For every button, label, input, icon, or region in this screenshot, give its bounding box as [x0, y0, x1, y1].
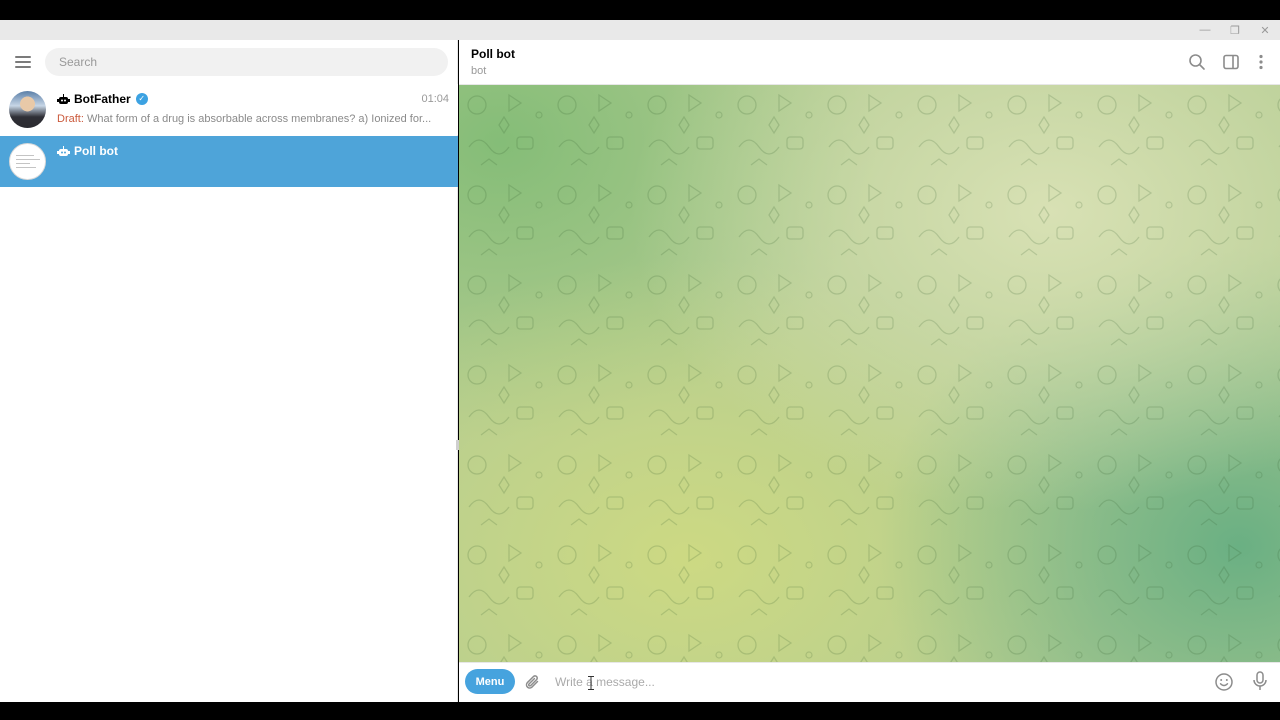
chat-background: [459, 85, 1280, 662]
chat-title[interactable]: Poll bot: [471, 47, 515, 61]
chat-subtitle: bot: [471, 65, 487, 77]
bot-icon: [57, 145, 70, 157]
microphone-icon[interactable]: [1250, 670, 1270, 692]
avatar: [9, 143, 46, 180]
close-window-button[interactable]: ✕: [1250, 20, 1280, 40]
maximize-button[interactable]: ❐: [1220, 20, 1250, 40]
chat-name: Poll bot: [74, 144, 118, 158]
hamburger-icon[interactable]: [12, 53, 34, 71]
window-titlebar: — ❐ ✕: [0, 20, 1280, 40]
screen-bottom-border: [0, 702, 1280, 720]
bot-menu-button[interactable]: Menu: [465, 669, 515, 694]
search-icon[interactable]: [1187, 52, 1207, 72]
avatar: [9, 91, 46, 128]
draft-label: Draft:: [57, 113, 84, 125]
message-composer: Menu: [459, 662, 1280, 702]
verified-badge-icon: ✓: [135, 93, 148, 105]
text-cursor-icon: [588, 676, 594, 690]
doodle-pattern: [459, 85, 1280, 662]
more-vertical-icon[interactable]: [1251, 52, 1271, 72]
draft-text: What form of a drug is absorbable across…: [86, 113, 432, 125]
search-input[interactable]: [45, 48, 448, 76]
emoji-icon[interactable]: [1213, 671, 1235, 693]
chat-list-item-botfather[interactable]: BotFather ✓ 01:04 Draft: What form of a …: [0, 84, 458, 135]
sidebar-header: [0, 40, 458, 84]
chat-name: BotFather: [74, 92, 131, 106]
chat-header: Poll bot bot: [459, 40, 1280, 85]
chat-list-sidebar: BotFather ✓ 01:04 Draft: What form of a …: [0, 40, 458, 702]
chat-name-row: Poll bot: [57, 144, 118, 158]
screen-top-border: [0, 0, 1280, 20]
minimize-button[interactable]: —: [1190, 20, 1220, 40]
chat-name-row: BotFather ✓: [57, 92, 148, 106]
bot-icon: [57, 93, 70, 105]
message-input[interactable]: [555, 669, 1195, 694]
side-panel-icon[interactable]: [1221, 52, 1241, 72]
chat-preview: Draft: What form of a drug is absorbable…: [57, 113, 449, 125]
chat-time: 01:04: [421, 93, 449, 105]
chat-list-item-poll-bot[interactable]: Poll bot: [0, 136, 458, 187]
paperclip-icon[interactable]: [523, 672, 543, 692]
